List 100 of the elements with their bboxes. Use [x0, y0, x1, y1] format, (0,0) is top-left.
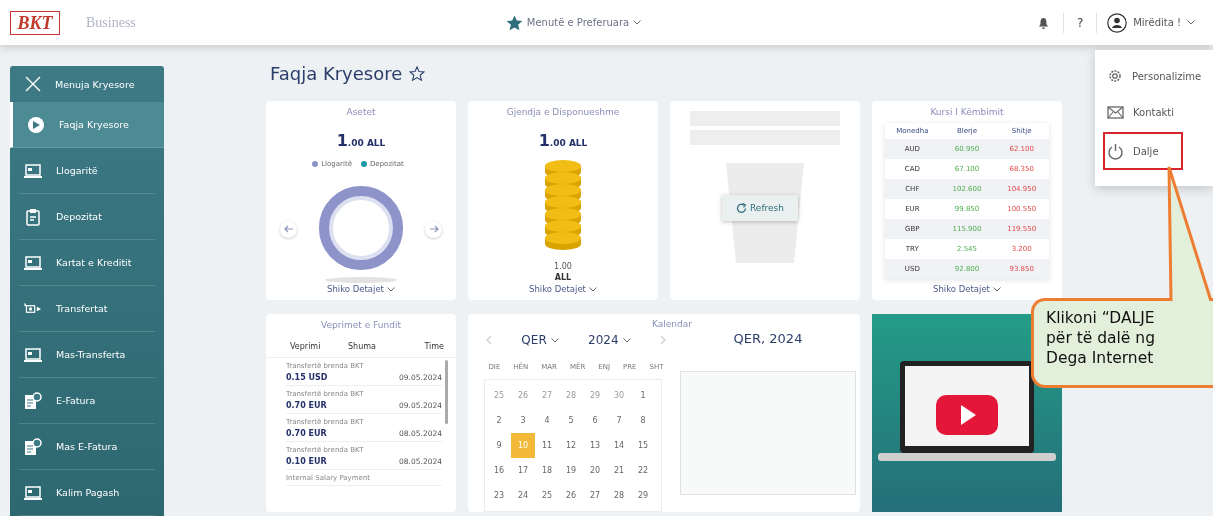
scrollbar[interactable]	[445, 360, 448, 424]
previous-month-button[interactable]	[486, 335, 492, 345]
bank-logo: BKT	[10, 10, 60, 35]
favorite-star-button[interactable]	[409, 65, 426, 81]
card-title: Asetet	[346, 107, 376, 117]
caret-icon	[633, 20, 642, 25]
invoice-icon	[24, 391, 42, 410]
envelope-icon	[1107, 105, 1124, 119]
bell-icon	[1037, 16, 1049, 29]
refresh-button[interactable]: Refresh	[722, 195, 798, 221]
calendar-day[interactable]: 13	[583, 433, 607, 458]
calendar-day[interactable]: 8	[631, 408, 655, 433]
chevron-right-icon	[660, 335, 666, 345]
callout-text: Klikoni “DALJE	[1046, 308, 1156, 328]
menu-item[interactable]: Personalizime	[1103, 58, 1211, 94]
callout-text: Dega Internet	[1046, 348, 1155, 368]
next-button[interactable]	[425, 220, 442, 238]
calendar-day[interactable]: 12	[559, 433, 583, 458]
calendar-day[interactable]: 28	[607, 483, 631, 508]
sidebar-item[interactable]: Faqja Kryesore	[10, 102, 164, 148]
calendar-day[interactable]: 6	[583, 408, 607, 433]
calendar-day[interactable]: 20	[583, 458, 607, 483]
details-link[interactable]: Shiko Detajet	[529, 284, 586, 294]
column-header: Time	[424, 342, 444, 351]
laptop-icon	[24, 254, 42, 271]
star-outline-icon	[409, 65, 426, 81]
calendar-day[interactable]: 2	[487, 408, 511, 433]
month-dropdown[interactable]: QER	[521, 333, 559, 347]
menu-title: Menuja Kryesore	[55, 78, 135, 90]
calendar-day[interactable]: 23	[487, 483, 511, 508]
user-avatar-icon	[1107, 12, 1128, 33]
chevron-left-icon	[486, 335, 492, 345]
column-header: Shuma	[348, 342, 377, 351]
laptop-icon	[24, 484, 42, 501]
clipboard-icon	[24, 207, 42, 226]
card-title: Kalendar	[652, 319, 692, 329]
refresh-icon	[736, 202, 747, 214]
right-arrow-icon	[428, 225, 439, 233]
invoice-icon	[24, 437, 42, 456]
transaction-amount: 0.15 USD	[286, 373, 328, 382]
details-link[interactable]: Shiko Detajet	[933, 284, 990, 294]
help-button[interactable]: ?	[1074, 15, 1087, 30]
sidebar-item[interactable]: Kartat e Kreditit	[19, 240, 155, 286]
close-menu-button[interactable]	[25, 76, 41, 92]
sidebar-item[interactable]: Mas-Transferta	[19, 332, 155, 378]
star-icon	[505, 14, 523, 31]
details-link[interactable]: Shiko Detajet	[327, 284, 384, 294]
page-title: Faqja Kryesore	[270, 62, 403, 84]
calendar-day[interactable]: 21	[607, 458, 631, 483]
calendar-day[interactable]: 25	[535, 483, 559, 508]
circle-logo-icon	[27, 115, 45, 134]
power-icon	[1107, 142, 1124, 160]
card-title: Gjendja e Disponueshme	[506, 107, 620, 117]
year-dropdown[interactable]: 2024	[588, 333, 631, 347]
favorites-menu[interactable]: Menutë e Preferuara	[505, 14, 642, 31]
left-arrow-icon	[283, 225, 294, 233]
balance-value: 1.00	[554, 262, 572, 271]
calendar-day[interactable]: 14	[607, 433, 631, 458]
transaction-amount: 0.70 EUR	[286, 401, 327, 410]
previous-button[interactable]	[280, 220, 297, 238]
menu-item[interactable]: Kontakti	[1103, 94, 1211, 130]
calendar-day[interactable]: 27	[583, 483, 607, 508]
calendar-day[interactable]: 26	[559, 483, 583, 508]
total-amount: 1.00 ALL	[336, 131, 386, 150]
user-menu-button[interactable]: Mirëdita !	[1107, 12, 1195, 33]
caret-icon	[386, 286, 395, 292]
sidebar-item[interactable]: Llogaritë	[19, 148, 155, 194]
calendar-day[interactable]: 19	[559, 458, 583, 483]
caret-icon	[550, 337, 559, 343]
card-title: Kursi I Këmbimit	[930, 107, 1004, 117]
calendar-day[interactable]: 7	[607, 408, 631, 433]
calendar-day[interactable]: 5	[559, 408, 583, 433]
laptop-icon	[24, 162, 42, 179]
close-icon	[25, 76, 41, 92]
caret-icon	[588, 286, 597, 292]
calendar-day[interactable]: 3	[511, 408, 535, 433]
balance-currency: ALL	[554, 273, 572, 282]
calendar-day[interactable]: 9	[487, 433, 511, 458]
calendar-day[interactable]: 22	[631, 458, 655, 483]
sidebar-item[interactable]: E-Fatura	[19, 378, 155, 424]
caret-icon	[622, 337, 631, 343]
calendar-day[interactable]: 4	[535, 408, 559, 433]
menu-item[interactable]: Dalje	[1103, 132, 1183, 170]
calendar-day[interactable]: 11	[535, 433, 559, 458]
callout-text: për të dalë ng	[1046, 328, 1156, 348]
calendar-day[interactable]: 16	[487, 458, 511, 483]
transaction-amount: 0.70 EUR	[286, 429, 327, 438]
calendar-day[interactable]: 17	[511, 458, 535, 483]
sidebar-item[interactable]: Kalim Pagash	[19, 470, 155, 516]
sidebar-item[interactable]: Transfertat	[19, 286, 155, 332]
next-month-button[interactable]	[660, 335, 666, 345]
calendar-day[interactable]: 15	[631, 433, 655, 458]
calendar-day[interactable]: 18	[535, 458, 559, 483]
calendar-day[interactable]: 24	[511, 483, 535, 508]
sidebar-item[interactable]: Depozitat	[19, 194, 155, 240]
calendar-day[interactable]: 29	[631, 483, 655, 508]
caret-icon	[1187, 20, 1195, 25]
sidebar-item[interactable]: Mas E-Fatura	[19, 424, 155, 470]
calendar-day[interactable]: 1	[631, 383, 655, 408]
available-amount: 1.00 ALL	[538, 131, 588, 150]
